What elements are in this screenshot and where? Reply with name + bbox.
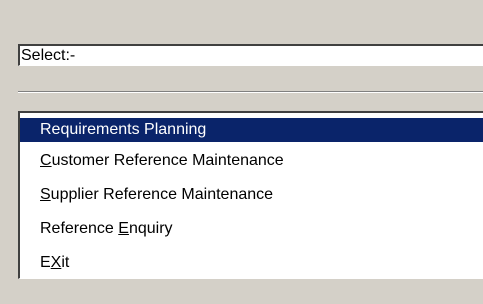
menu-item-reference-enquiry[interactable]: Reference Enquiry: [20, 217, 483, 241]
menu-item-customer-reference-maintenance[interactable]: Customer Reference Maintenance: [20, 149, 483, 173]
select-label: Select:-: [21, 47, 76, 64]
menu-item-requirements-planning[interactable]: Requirements Planning: [20, 118, 483, 142]
select-field: Select:-: [18, 44, 483, 66]
menu-item-exit[interactable]: EXit: [20, 251, 483, 275]
menu-item-supplier-reference-maintenance[interactable]: Supplier Reference Maintenance: [20, 183, 483, 207]
separator: [18, 91, 483, 93]
menu-list[interactable]: Requirements Planning Customer Reference…: [18, 111, 483, 279]
